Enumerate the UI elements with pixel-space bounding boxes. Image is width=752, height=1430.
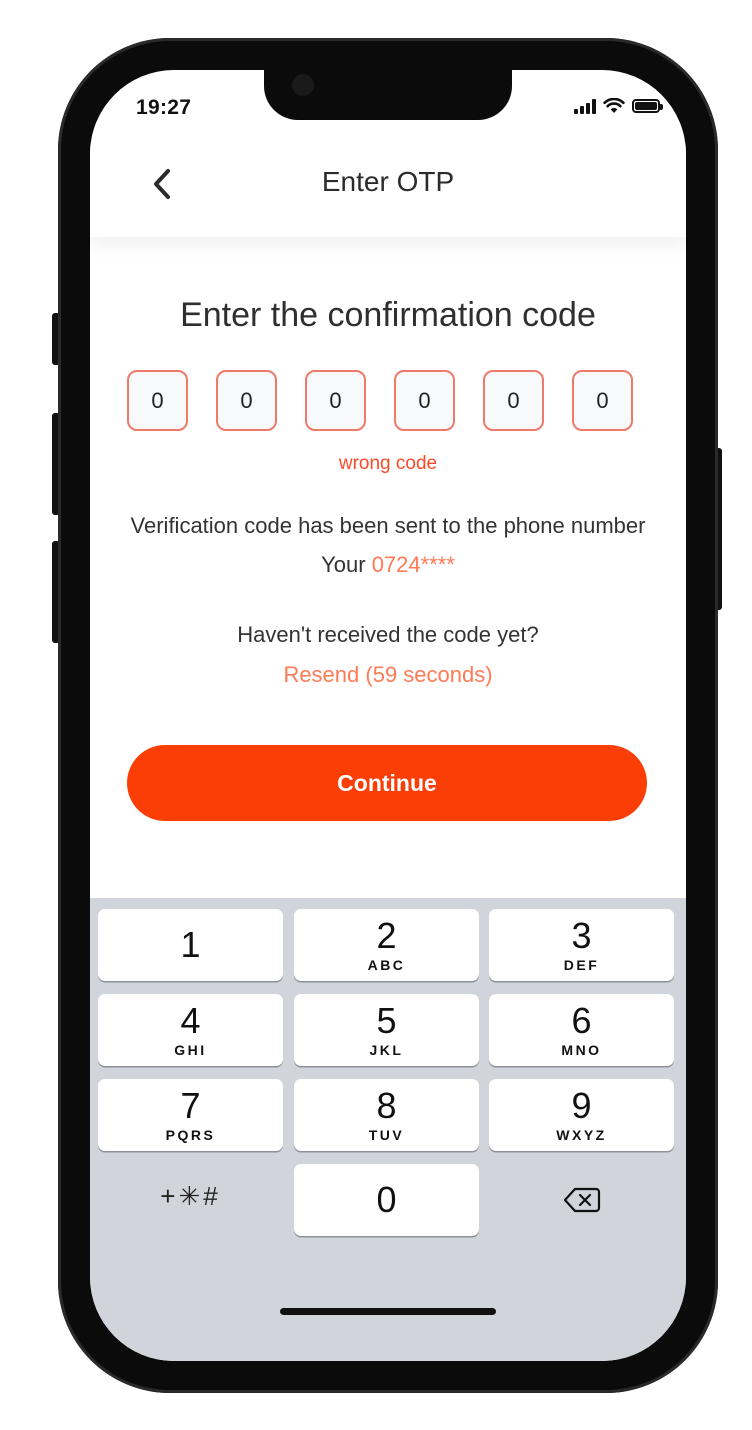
battery-icon xyxy=(632,99,663,113)
page-title: Enter OTP xyxy=(321,166,455,197)
key-4[interactable]: 4 GHI xyxy=(98,994,283,1066)
key-2[interactable]: 2 ABC xyxy=(294,909,479,981)
otp-input-group: 0 0 0 0 0 0 xyxy=(127,370,633,431)
key-8[interactable]: 8 TUV xyxy=(294,1079,479,1151)
key-digit: 4 xyxy=(180,999,201,1041)
resend-link[interactable]: Resend (59 seconds) xyxy=(90,662,686,688)
masked-phone-number: 0724**** xyxy=(371,552,455,577)
error-message: wrong code xyxy=(338,453,438,474)
notch xyxy=(264,70,512,120)
key-symbols[interactable]: +✳# xyxy=(98,1160,283,1232)
key-digit: 2 xyxy=(376,914,397,956)
key-letters: MNO xyxy=(561,1041,602,1058)
key-letters: DEF xyxy=(563,956,600,973)
status-icons xyxy=(574,98,663,114)
key-digit: 9 xyxy=(571,1084,592,1126)
key-letters: ABC xyxy=(367,956,406,973)
continue-button[interactable]: Continue xyxy=(127,745,647,821)
cellular-signal-icon xyxy=(574,98,596,114)
otp-digit-3[interactable]: 0 xyxy=(305,370,366,431)
key-delete[interactable] xyxy=(489,1164,674,1236)
key-letters: PQRS xyxy=(165,1126,216,1143)
status-time: 19:27 xyxy=(136,96,192,119)
backspace-icon xyxy=(563,1187,600,1213)
otp-digit-6[interactable]: 0 xyxy=(572,370,633,431)
key-letters: TUV xyxy=(368,1126,405,1143)
resend-question: Haven't received the code yet? xyxy=(237,622,539,647)
numeric-keypad: 1 2 ABC 3 DEF 4 GHI 5 JKL 6 MNO 7 PQRS 8… xyxy=(90,898,686,1361)
key-digit: 6 xyxy=(571,999,592,1041)
key-3[interactable]: 3 DEF xyxy=(489,909,674,981)
key-letters: WXYZ xyxy=(556,1126,607,1143)
key-letters: JKL xyxy=(369,1041,404,1058)
key-digit: 7 xyxy=(180,1084,201,1126)
front-camera xyxy=(292,74,314,96)
key-9[interactable]: 9 WXYZ xyxy=(489,1079,674,1151)
confirmation-heading: Enter the confirmation code xyxy=(180,296,596,334)
symbols-label: +✳# xyxy=(160,1180,221,1211)
nav-bar: Enter OTP xyxy=(90,142,686,237)
key-digit: 8 xyxy=(376,1084,397,1126)
key-digit: 3 xyxy=(571,914,592,956)
phone-screen: 19:27 Enter OTP Enter the confirmation c… xyxy=(90,70,686,1361)
verification-info: Verification code has been sent to the p… xyxy=(110,506,666,584)
otp-digit-2[interactable]: 0 xyxy=(216,370,277,431)
key-digit: 1 xyxy=(180,924,201,965)
key-1[interactable]: 1 xyxy=(98,909,283,981)
otp-digit-1[interactable]: 0 xyxy=(127,370,188,431)
otp-digit-4[interactable]: 0 xyxy=(394,370,455,431)
key-5[interactable]: 5 JKL xyxy=(294,994,479,1066)
key-letters: GHI xyxy=(174,1041,207,1058)
home-indicator[interactable] xyxy=(280,1308,496,1315)
key-6[interactable]: 6 MNO xyxy=(489,994,674,1066)
otp-digit-5[interactable]: 0 xyxy=(483,370,544,431)
key-digit: 5 xyxy=(376,999,397,1041)
key-digit: 0 xyxy=(376,1179,397,1220)
key-0[interactable]: 0 xyxy=(294,1164,479,1236)
key-7[interactable]: 7 PQRS xyxy=(98,1079,283,1151)
wifi-icon xyxy=(603,98,625,113)
